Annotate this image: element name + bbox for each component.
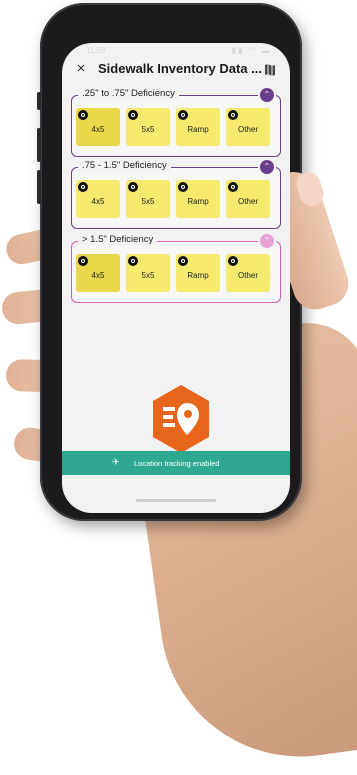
group-title: .25" to .75" Deficiency xyxy=(78,88,179,99)
camera-icon xyxy=(178,256,188,266)
tile-other[interactable]: Other xyxy=(226,254,270,292)
camera-icon xyxy=(78,256,88,266)
phone-volume-down xyxy=(37,170,41,204)
tile-label: 5x5 xyxy=(141,271,155,280)
tile-4x5[interactable]: 4x5 xyxy=(76,108,120,146)
tile-label: Ramp xyxy=(187,125,209,134)
tile-other[interactable]: Other xyxy=(226,180,270,218)
location-tracking-text: Location tracking enabled xyxy=(134,459,220,468)
location-tracking-banner: ✈ Location tracking enabled xyxy=(62,451,290,475)
camera-icon xyxy=(178,110,188,120)
tile-label: Other xyxy=(237,271,258,280)
camera-icon xyxy=(228,182,238,192)
home-indicator[interactable] xyxy=(136,499,216,502)
close-button[interactable]: × xyxy=(72,60,90,78)
camera-icon xyxy=(228,256,238,266)
phone-volume-up xyxy=(37,128,41,162)
camera-icon xyxy=(128,256,138,266)
tile-5x5[interactable]: 5x5 xyxy=(126,254,170,292)
status-bar: 11:58 ▮▮ ◠ ▬ xyxy=(62,43,290,57)
tile-label: Other xyxy=(237,125,258,134)
tile-ramp[interactable]: Ramp xyxy=(176,254,220,292)
map-icon[interactable] xyxy=(264,63,276,77)
collapse-chevron-icon[interactable]: ⌃ xyxy=(260,88,274,102)
camera-icon xyxy=(78,182,88,192)
camera-icon xyxy=(178,182,188,192)
phone-mute-switch xyxy=(37,92,41,110)
tile-5x5[interactable]: 5x5 xyxy=(126,180,170,218)
page-title: Sidewalk Inventory Data ... xyxy=(98,61,262,76)
location-tracking-icon: ✈ xyxy=(112,457,120,467)
tile-label: Other xyxy=(237,197,258,206)
tile-4x5[interactable]: 4x5 xyxy=(76,254,120,292)
app-header: × Sidewalk Inventory Data ... xyxy=(62,57,290,83)
camera-icon xyxy=(78,110,88,120)
tile-4x5[interactable]: 4x5 xyxy=(76,180,120,218)
group-title: .75 - 1.5" Deficiency xyxy=(78,160,171,171)
phone-notch xyxy=(109,10,233,34)
survey-app-logo-icon xyxy=(153,385,209,453)
tile-label: 4x5 xyxy=(91,197,105,206)
tile-ramp[interactable]: Ramp xyxy=(176,108,220,146)
tile-label: Ramp xyxy=(187,197,209,206)
camera-icon xyxy=(128,110,138,120)
tile-label: 5x5 xyxy=(141,125,155,134)
group-title: > 1.5" Deficiency xyxy=(78,234,158,245)
collapse-chevron-icon[interactable]: ⌃ xyxy=(260,234,274,248)
tile-label: 4x5 xyxy=(91,271,105,280)
collapse-chevron-icon[interactable]: ⌃ xyxy=(260,160,274,174)
status-icons: ▮▮ ◠ ▬ xyxy=(231,46,272,55)
tile-label: Ramp xyxy=(187,271,209,280)
status-time: 11:58 xyxy=(86,46,106,55)
camera-icon xyxy=(128,182,138,192)
tile-ramp[interactable]: Ramp xyxy=(176,180,220,218)
deficiency-group-1: .25" to .75" Deficiency ⌃ 4x5 5x5 Ramp O… xyxy=(71,88,281,157)
tile-label: 4x5 xyxy=(91,125,105,134)
tile-other[interactable]: Other xyxy=(226,108,270,146)
tile-label: 5x5 xyxy=(141,197,155,206)
camera-icon xyxy=(228,110,238,120)
deficiency-group-2: .75 - 1.5" Deficiency ⌃ 4x5 5x5 Ramp Oth… xyxy=(71,160,281,229)
phone-screen: 11:58 ▮▮ ◠ ▬ × Sidewalk Inventory Data .… xyxy=(62,43,290,513)
deficiency-group-3: > 1.5" Deficiency ⌃ 4x5 5x5 Ramp Other xyxy=(71,234,281,303)
tile-5x5[interactable]: 5x5 xyxy=(126,108,170,146)
